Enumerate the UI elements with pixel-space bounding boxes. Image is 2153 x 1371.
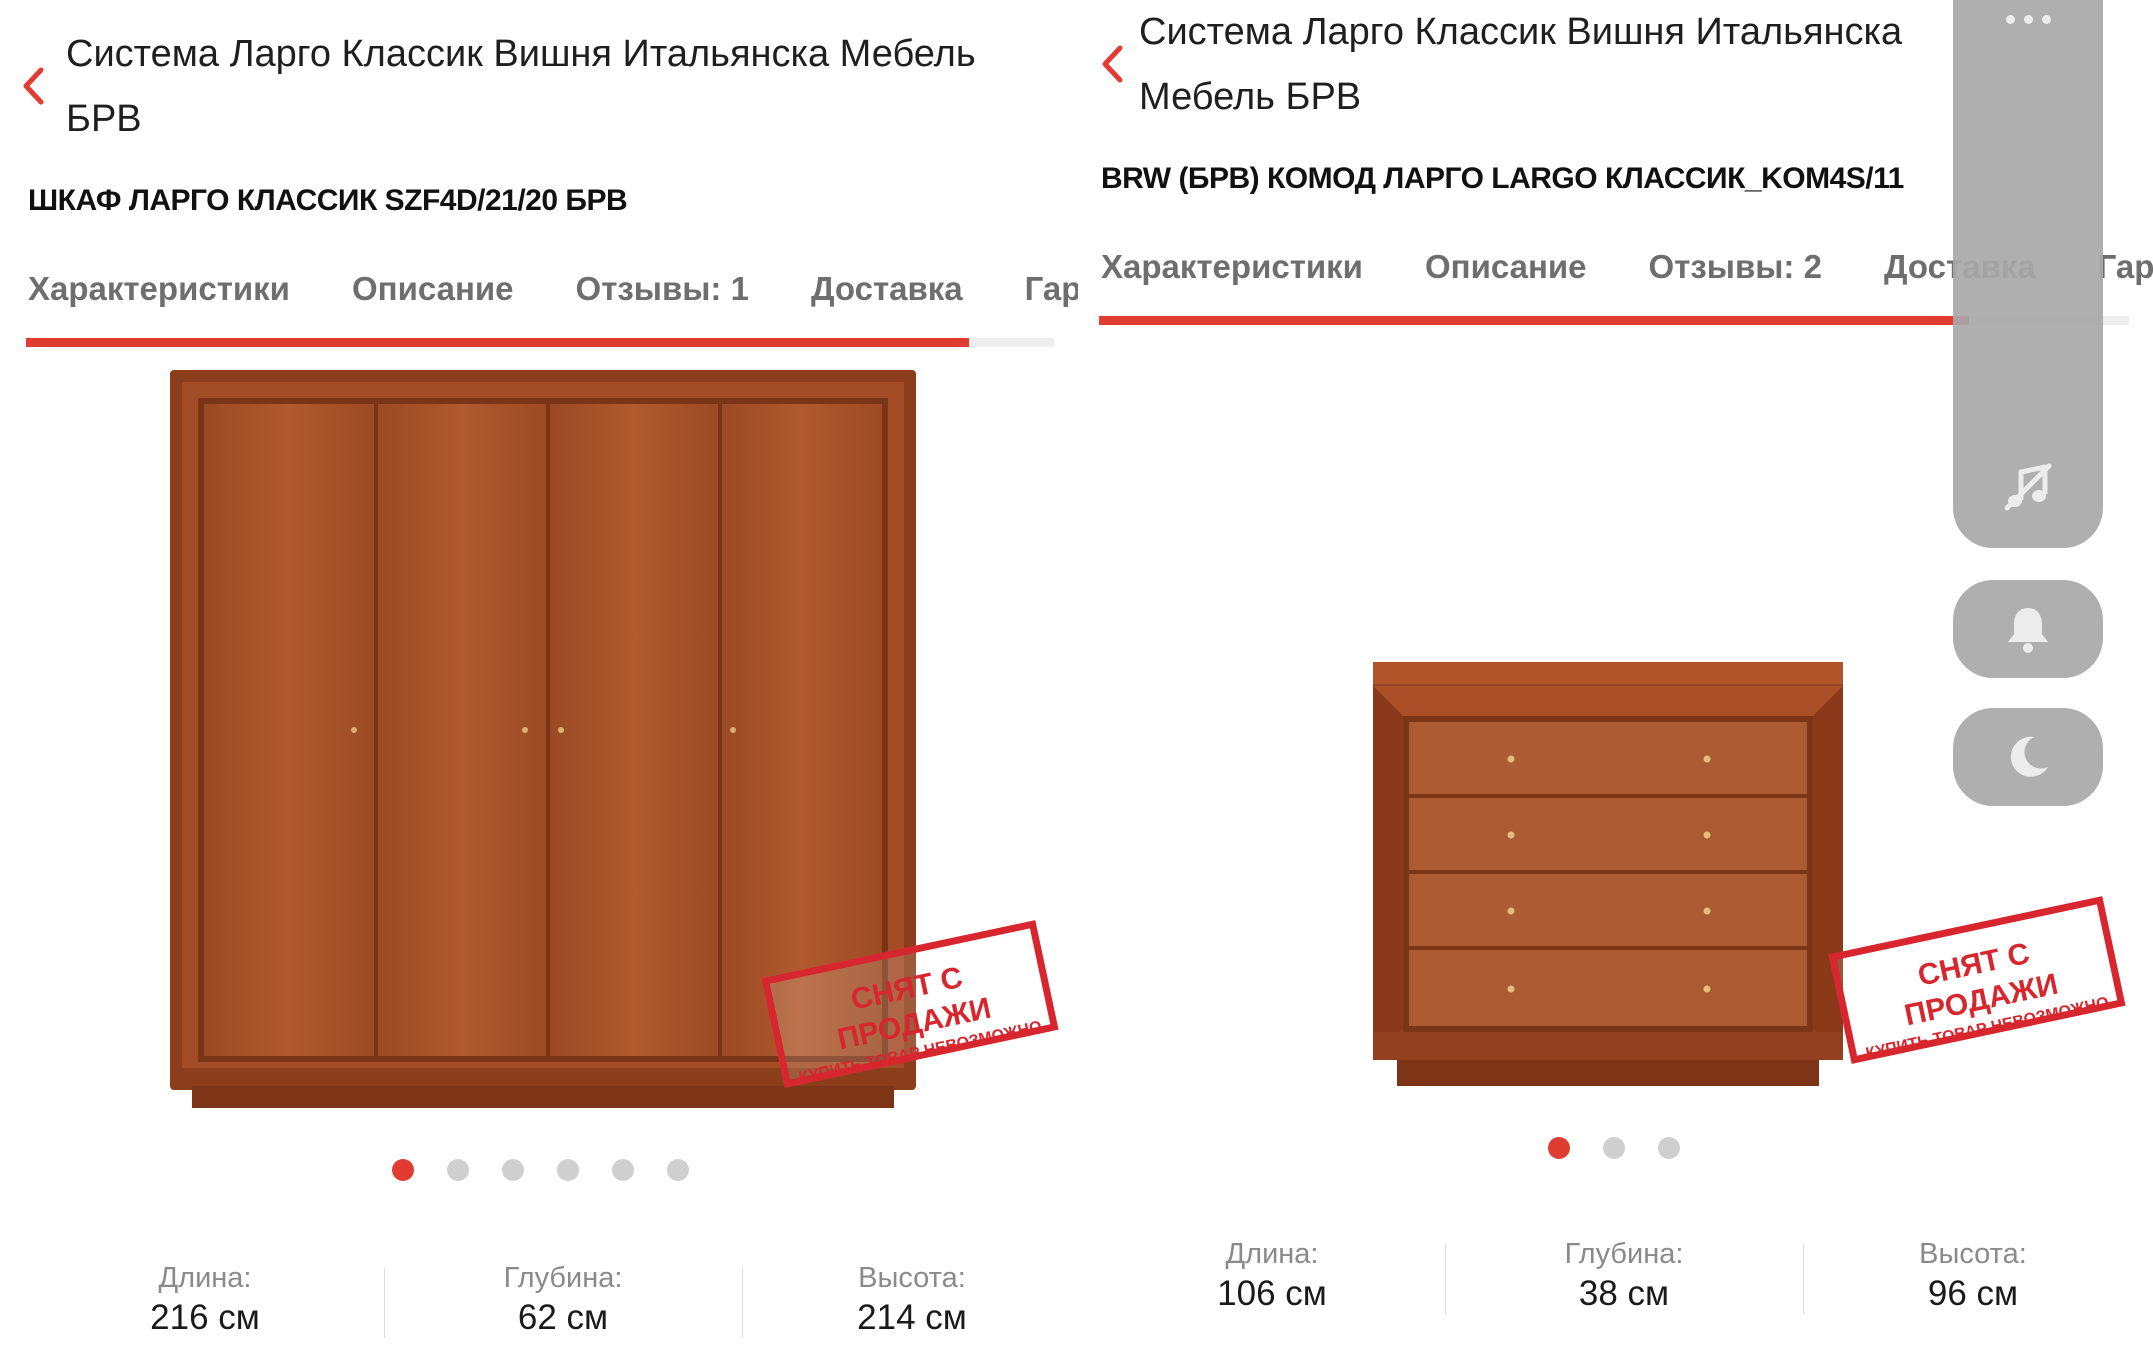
dimension-length: Длина: 216 см [26, 1260, 384, 1340]
carousel-dot[interactable] [502, 1159, 524, 1181]
back-button[interactable] [12, 56, 56, 116]
music-off-icon[interactable] [2001, 460, 2055, 514]
tab-warranty[interactable]: Гаранти [1025, 270, 1078, 330]
chevron-left-icon [23, 67, 44, 105]
dresser-illustration [1373, 662, 1843, 1086]
dimension-value: 106 см [1217, 1274, 1327, 1313]
carousel-dot[interactable] [667, 1159, 689, 1181]
carousel-dot[interactable] [1658, 1137, 1680, 1159]
dimension-label: Высота: [858, 1262, 966, 1294]
dimension-height: Высота: 214 см [742, 1260, 1078, 1340]
tab-characteristics[interactable]: Характеристики [28, 270, 290, 330]
dimensions: Длина: 106 см Глубина: 38 см Высота: 96 … [1099, 1236, 2143, 1316]
page-title: Система Ларго Классик Вишня Итальянска М… [1139, 11, 1903, 118]
tab-active-indicator [26, 338, 969, 347]
dimension-label: Высота: [1919, 1238, 2027, 1270]
tab-description[interactable]: Описание [1425, 248, 1587, 308]
carousel-dot[interactable] [1548, 1137, 1570, 1159]
tab-characteristics[interactable]: Характеристики [1101, 248, 1363, 308]
dimension-depth: Глубина: 38 см [1445, 1236, 1803, 1316]
chevron-left-icon [1102, 45, 1123, 83]
dimension-height: Высота: 96 см [1803, 1236, 2143, 1316]
dimension-label: Длина: [1225, 1238, 1319, 1270]
moon-icon [2010, 736, 2048, 777]
carousel-dots [1548, 1137, 1680, 1159]
more-icon[interactable] [1953, 0, 2103, 38]
tab-warranty[interactable]: Гарантия [2098, 248, 2153, 308]
carousel-dot[interactable] [612, 1159, 634, 1181]
tab-reviews[interactable]: Отзывы: 2 [1649, 248, 1822, 308]
carousel-dot[interactable] [392, 1159, 414, 1181]
dimension-value: 38 см [1578, 1274, 1670, 1313]
tab-active-indicator [1099, 316, 1969, 325]
product-panel-left: Система Ларго Классик Вишня Итальянска М… [0, 0, 1078, 1371]
dimension-value: 214 см [857, 1298, 967, 1337]
tab-bar: Характеристики Описание Отзывы: 1 Достав… [28, 270, 1078, 330]
carousel-dot[interactable] [1603, 1137, 1625, 1159]
carousel-dots [392, 1159, 689, 1181]
product-name: ШКАФ ЛАРГО КЛАССИК SZF4D/21/20 БРВ [28, 184, 628, 217]
carousel-dot[interactable] [557, 1159, 579, 1181]
dimension-label: Глубина: [503, 1262, 623, 1294]
tab-reviews[interactable]: Отзывы: 1 [576, 270, 749, 330]
tab-delivery[interactable]: Доставка [811, 270, 963, 330]
tab-description[interactable]: Описание [352, 270, 514, 330]
dimension-label: Длина: [158, 1262, 252, 1294]
dimension-value: 216 см [150, 1298, 260, 1337]
notification-button[interactable] [1953, 580, 2103, 678]
product-image-dresser[interactable] [1373, 662, 1843, 1086]
night-mode-button[interactable] [1953, 708, 2103, 806]
dimension-value: 96 см [1927, 1274, 2019, 1313]
dimension-value: 62 см [517, 1298, 609, 1337]
page-title: Система Ларго Классик Вишня Итальянска М… [66, 33, 976, 140]
dimension-label: Глубина: [1564, 1238, 1684, 1270]
dimension-length: Длина: 106 см [1099, 1236, 1445, 1316]
carousel-dot[interactable] [447, 1159, 469, 1181]
side-toolbar-main-pill[interactable] [1953, 0, 2103, 548]
bell-icon [2008, 608, 2048, 653]
dimension-depth: Глубина: 62 см [384, 1260, 742, 1340]
product-name: BRW (БРВ) КОМОД ЛАРГО LARGO КЛАССИК_KOM4… [1101, 162, 1904, 195]
back-button[interactable] [1097, 34, 1135, 94]
discontinued-stamp: СНЯТ С ПРОДАЖИ купить товар невозможно [1828, 896, 2126, 1064]
dimensions: Длина: 216 см Глубина: 62 см Высота: 214… [26, 1260, 1078, 1340]
